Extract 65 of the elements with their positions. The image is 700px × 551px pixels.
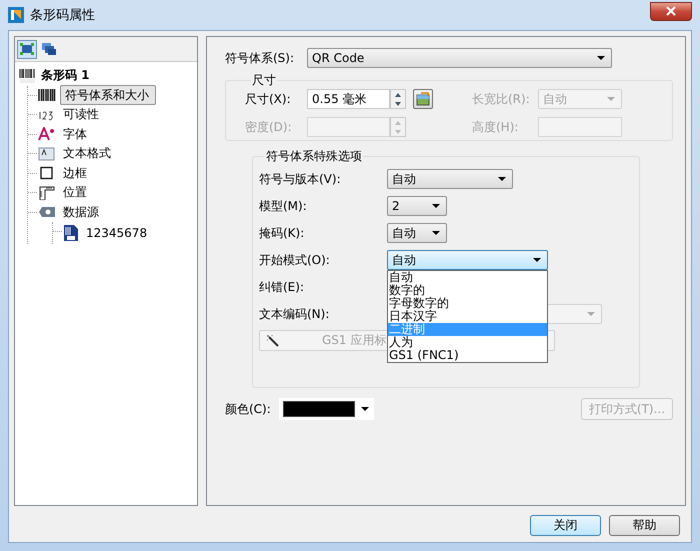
tree-item[interactable]: 文本格式 bbox=[60, 144, 114, 164]
close-icon bbox=[665, 6, 677, 16]
dropdown-option[interactable]: GS1 (FNC1) bbox=[388, 349, 547, 362]
text-format-icon bbox=[38, 146, 56, 161]
dialog-button[interactable]: 帮助 bbox=[609, 515, 680, 536]
up-arrow-icon bbox=[395, 92, 401, 96]
tree-item[interactable]: 数据源 bbox=[60, 202, 102, 222]
spin-button[interactable] bbox=[390, 89, 406, 109]
node-view-button[interactable] bbox=[17, 40, 37, 58]
dropdown-option[interactable]: 自动 bbox=[388, 271, 547, 284]
field-label: 长宽比(R): bbox=[472, 90, 531, 108]
group-title: 符号体系特殊选项 bbox=[265, 148, 363, 165]
field-label: 尺寸(X): bbox=[245, 90, 292, 108]
barcode-icon bbox=[38, 88, 56, 102]
down-arrow-icon bbox=[395, 102, 401, 106]
caret-icon bbox=[533, 258, 541, 262]
magic-wand-icon bbox=[266, 334, 280, 348]
option-dropdown[interactable]: 自动 bbox=[387, 250, 548, 270]
color-picker[interactable] bbox=[279, 398, 374, 420]
field-label: 符号体系(S): bbox=[225, 50, 296, 66]
option-dropdown[interactable]: 自动 bbox=[387, 169, 513, 189]
field-label: 开始模式(O): bbox=[259, 252, 331, 268]
tree-item[interactable]: 字体 bbox=[60, 124, 90, 144]
tag-icon bbox=[38, 205, 56, 220]
document-icon bbox=[63, 224, 79, 242]
window-title: 条形码属性 bbox=[30, 7, 95, 24]
symbology-dropdown[interactable]: QR Code bbox=[307, 48, 612, 68]
field-label: 高度(H): bbox=[472, 118, 520, 136]
field-label: 文本编码(N): bbox=[259, 306, 330, 322]
dropdown-option[interactable]: 数字的 bbox=[388, 284, 547, 297]
down-arrow-icon bbox=[395, 130, 401, 134]
tree-item[interactable]: 边框 bbox=[60, 164, 90, 183]
caret-icon bbox=[597, 56, 605, 60]
close-button[interactable] bbox=[650, 2, 692, 20]
tree-item[interactable]: 符号体系和大小 bbox=[60, 85, 156, 106]
tree-item[interactable]: 可读性 bbox=[60, 105, 102, 124]
caret-icon bbox=[607, 97, 615, 101]
caret-icon bbox=[498, 177, 506, 181]
picture-size-button[interactable] bbox=[413, 89, 433, 109]
field-label: 掩码(K): bbox=[259, 224, 306, 242]
caret-icon bbox=[361, 407, 369, 411]
tree-item[interactable]: 位置 bbox=[60, 183, 90, 202]
dialog-button[interactable]: 关闭 bbox=[530, 515, 601, 536]
field-label: 纠错(E): bbox=[259, 278, 305, 296]
option-dropdown[interactable]: 2 bbox=[387, 196, 447, 216]
app-logo-icon bbox=[8, 7, 24, 23]
dropdown-option[interactable]: 人为 bbox=[388, 336, 547, 349]
dropdown-option[interactable]: 字母数字的 bbox=[388, 297, 547, 310]
caret-icon bbox=[587, 312, 595, 316]
field-label: 颜色(C): bbox=[225, 400, 272, 418]
up-arrow-icon bbox=[395, 120, 401, 124]
group-title: 尺寸 bbox=[251, 72, 277, 89]
ruler-icon bbox=[38, 186, 56, 200]
barcode-icon bbox=[19, 68, 37, 84]
caret-icon bbox=[432, 231, 440, 235]
field-label: 密度(D): bbox=[245, 118, 293, 136]
field-label: 符号与版本(V): bbox=[259, 170, 342, 188]
dropdown-option[interactable]: 日本汉字 bbox=[388, 310, 547, 323]
field-label: 模型(M): bbox=[259, 198, 308, 214]
caret-icon bbox=[432, 204, 440, 208]
font-icon bbox=[38, 127, 56, 142]
tree-item[interactable]: 12345678 bbox=[83, 225, 150, 241]
size-field[interactable]: 0.55 毫米 bbox=[307, 89, 390, 109]
tree-item[interactable]: 条形码 1 bbox=[41, 67, 90, 84]
option-dropdown[interactable]: 自动 bbox=[387, 223, 447, 243]
